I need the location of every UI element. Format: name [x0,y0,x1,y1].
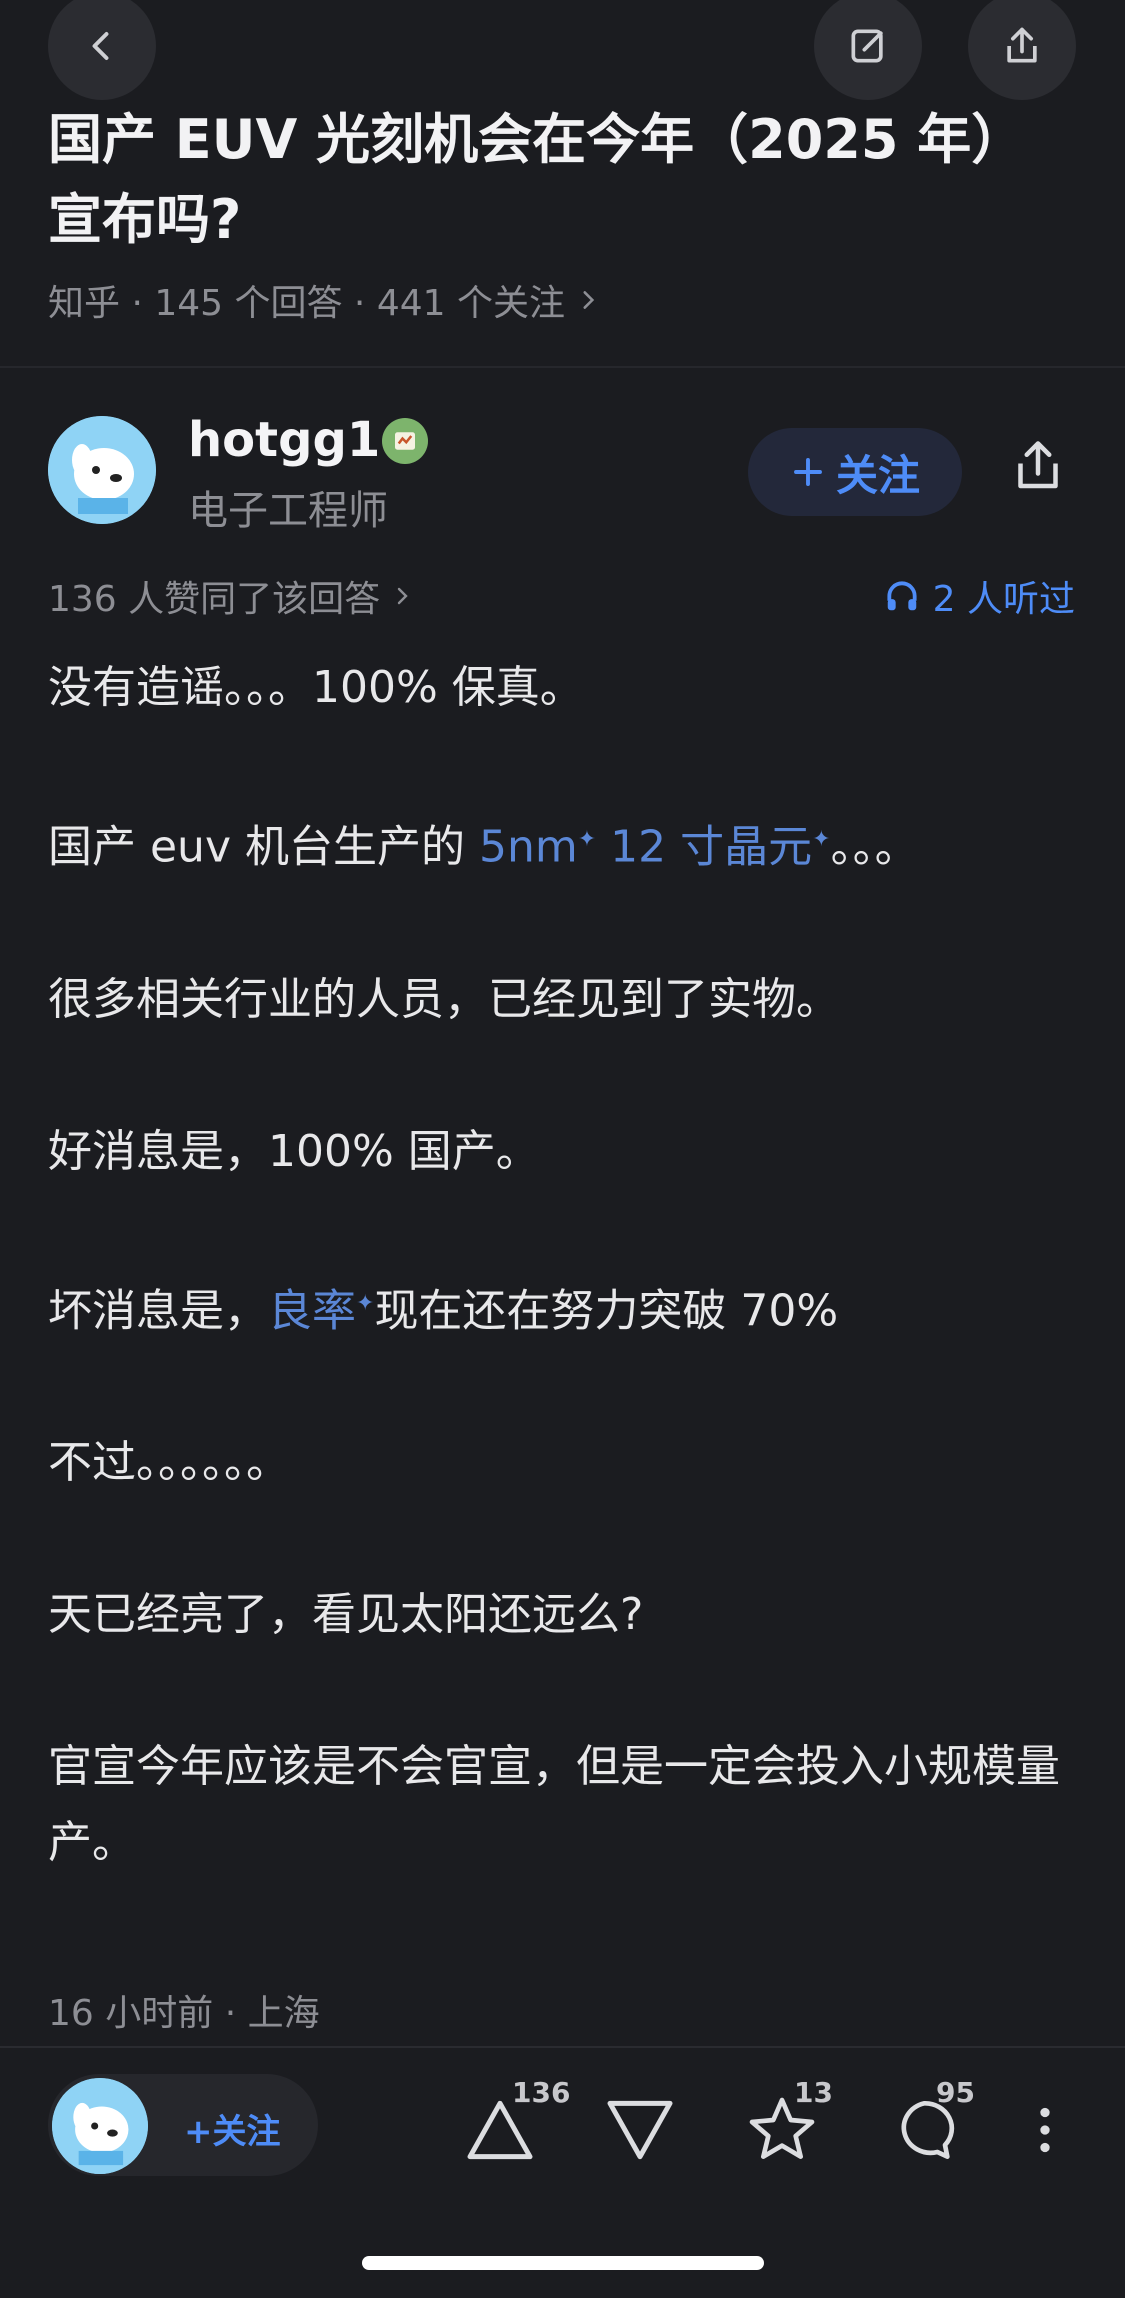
paragraph-text: 国产 euv 机台生产的 [48,821,479,873]
badge-icon[interactable] [382,418,428,464]
header-divider [0,366,1125,368]
author-avatar[interactable] [48,416,156,524]
answer-paragraph: 官宣今年应该是不会官宣，但是一定会投入小规模量产。 [48,1741,1060,1869]
share-button[interactable] [968,0,1076,100]
sparkle-icon: ✦ [812,827,831,852]
answer-content: 没有造谣。。。100% 保真。 国产 euv 机台生产的 5nm✦ 12 寸晶元… [48,650,1078,1957]
sparkle-icon: ✦ [356,1290,375,1316]
edit-icon [851,29,883,63]
downvote-button[interactable] [600,2090,680,2170]
paragraph-text: 。。。 [830,821,919,873]
keyword-link-wafer[interactable]: 12 寸晶元 [610,822,812,873]
mini-follow-label: +关注 [184,2112,281,2152]
follow-label: 关注 [835,450,920,500]
paragraph-text: 现在还在努力突破 70% [374,1285,839,1337]
answer-paragraph: 坏消息是，良率✦现在还在努力突破 70% [48,1266,1078,1350]
share-icon [1007,27,1037,63]
more-vertical-icon [1040,2107,1050,2153]
answer-paragraph: 没有造谣。。。100% 保真。 [48,662,584,713]
paragraph-text: 坏消息是， [48,1285,268,1337]
author-title: 电子工程师 [188,488,388,534]
likes-summary[interactable]: 136 人赞同了该回答 [48,570,414,622]
follow-button[interactable]: 关注 [748,428,962,516]
share-icon [1018,441,1058,489]
back-button[interactable] [48,0,156,100]
answer-paragraph: 很多相关行业的人员，已经见到了实物。 [48,973,840,1025]
answer-share-button[interactable] [1008,436,1068,500]
keyword-link-5nm[interactable]: 5nm [479,822,578,873]
sparkle-icon: ✦ [577,827,597,852]
edit-button[interactable] [814,0,922,100]
avatar-dog-icon [48,416,156,524]
question-meta-text: 知乎 · 145 个回答 · 441 个关注 [48,283,565,324]
keyword-link-yield[interactable]: 良率 [268,1285,356,1336]
more-button[interactable] [1010,2090,1080,2170]
chevron-right-icon [583,291,595,309]
plus-icon [794,458,822,486]
answer-paragraph: 不过。。。。。。 [48,1437,290,1489]
listened-indicator[interactable]: 2 人听过 [883,570,1075,622]
question-title[interactable]: 国产 EUV 光刻机会在今年（2025 年）宣布吗? [48,100,1078,260]
author-name[interactable]: hotgg1 [188,412,380,468]
favorite-count: 13 [794,2076,833,2109]
likes-text: 136 人赞同了该回答 [48,579,381,620]
avatar-dog-icon [52,2078,148,2174]
answer-paragraph: 好消息是，100% 国产。 [48,1125,540,1177]
author-avatar-small[interactable] [52,2078,148,2174]
answer-time-location: 16 小时前 · 上海 [48,1993,320,2034]
upvote-count: 136 [512,2076,571,2109]
comment-count: 95 [936,2076,975,2109]
listened-text: 2 人听过 [932,579,1075,620]
home-indicator[interactable] [362,2256,764,2270]
headphones-icon [887,581,917,611]
answer-paragraph: 天已经亮了，看见太阳还远么? [48,1589,644,1641]
question-meta[interactable]: 知乎 · 145 个回答 · 441 个关注 [48,274,601,326]
chevron-left-icon [92,32,109,60]
downvote-triangle-icon [607,2100,673,2160]
answer-paragraph: 国产 euv 机台生产的 5nm✦ 12 寸晶元✦。。。 [48,802,1078,886]
chevron-right-icon [397,587,408,605]
